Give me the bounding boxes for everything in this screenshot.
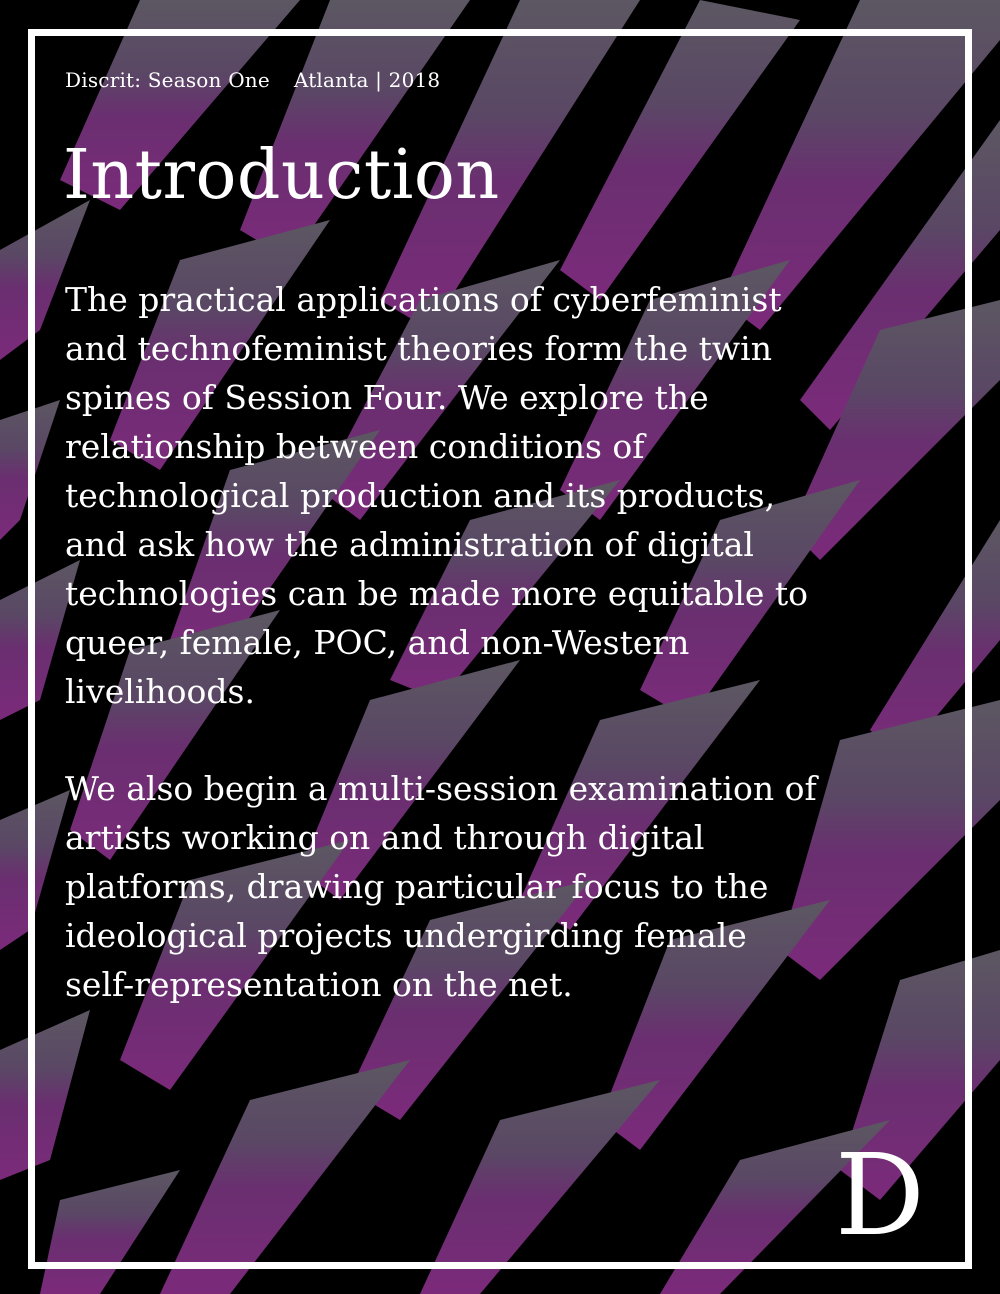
discrit-logo: D — [835, 1131, 925, 1261]
series-label: Discrit: Season One — [65, 68, 270, 92]
location-year-label: Atlanta | 2018 — [293, 68, 441, 92]
paragraph-1: The practical applications of cyberfemin… — [65, 280, 809, 711]
page: Discrit: Season One Atlanta | 2018 Introd… — [0, 0, 1000, 1294]
page-title: Introduction — [63, 136, 500, 215]
paragraph-2: We also begin a multi-session examinatio… — [65, 769, 817, 1004]
header-line: Discrit: Season One Atlanta | 2018 — [65, 67, 440, 93]
body-text: The practical applications of cyberfemin… — [65, 275, 825, 1057]
